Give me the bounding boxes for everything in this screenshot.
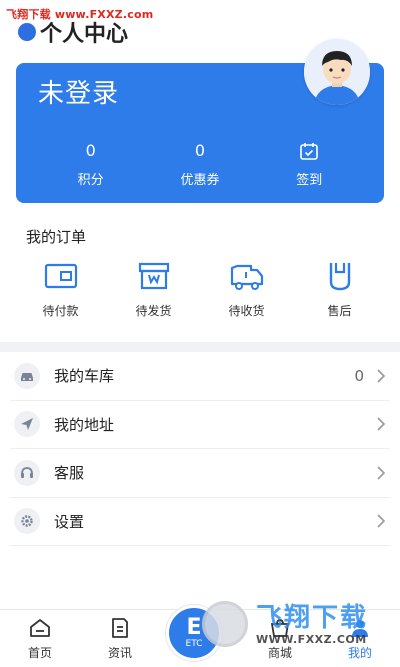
menu-item-count: 0 bbox=[354, 366, 364, 385]
menu-item-label: 设置 bbox=[54, 512, 85, 531]
stat-coupons-label: 优惠券 bbox=[180, 173, 220, 188]
orders-title: 我的订单 bbox=[26, 228, 87, 246]
order-label: 待发货 bbox=[135, 304, 172, 318]
section-divider bbox=[0, 342, 400, 352]
location-arrow-icon bbox=[14, 411, 40, 438]
menu-item-address[interactable]: 我的地址 bbox=[10, 401, 390, 449]
menu-item-label: 客服 bbox=[54, 464, 85, 483]
menu-item-garage[interactable]: 我的车库 0 bbox=[10, 352, 390, 401]
etc-letter: E bbox=[186, 615, 202, 640]
gear-icon bbox=[14, 508, 40, 535]
tab-news[interactable]: 资讯 bbox=[80, 610, 160, 667]
package-icon bbox=[138, 262, 169, 290]
order-label: 待付款 bbox=[42, 304, 79, 318]
headset-icon bbox=[14, 459, 40, 486]
menu-list: 我的车库 0 我的地址 客服 设置 bbox=[10, 352, 390, 546]
logo-icon bbox=[18, 23, 36, 41]
chevron-right-icon bbox=[377, 466, 386, 480]
menu-item-label: 我的地址 bbox=[54, 415, 115, 434]
menu-item-customer-service[interactable]: 客服 bbox=[10, 449, 390, 498]
watermark-bottom: 飞翔下载 WWW.FXXZ.COM bbox=[202, 595, 392, 653]
login-status[interactable]: 未登录 bbox=[38, 73, 119, 110]
stat-points-value: 0 bbox=[85, 141, 96, 160]
chevron-right-icon bbox=[377, 514, 386, 528]
calendar-check-icon bbox=[300, 143, 319, 160]
stat-coupons-value: 0 bbox=[194, 141, 206, 160]
watermark-small: WWW.FXXZ.COM bbox=[256, 632, 367, 646]
wallet-icon bbox=[44, 263, 77, 289]
stat-checkin-label: 签到 bbox=[296, 173, 323, 188]
stat-coupons[interactable]: 0 优惠券 bbox=[160, 141, 240, 188]
return-icon bbox=[329, 263, 350, 291]
menu-item-label: 我的车库 bbox=[54, 367, 115, 386]
stat-checkin[interactable]: 签到 bbox=[269, 141, 349, 188]
profile-card: 未登录 0 积分 0 优惠券 签到 bbox=[16, 39, 384, 203]
order-label: 售后 bbox=[327, 304, 352, 318]
home-icon bbox=[30, 619, 50, 637]
avatar[interactable] bbox=[304, 39, 370, 105]
menu-item-settings[interactable]: 设置 bbox=[10, 498, 390, 546]
watermark-logo-icon bbox=[202, 601, 248, 647]
chevron-right-icon bbox=[377, 417, 386, 431]
order-pending-receipt[interactable]: 待收货 bbox=[207, 260, 287, 319]
tab-home[interactable]: 首页 bbox=[0, 610, 80, 667]
chevron-right-icon bbox=[377, 369, 386, 383]
watermark-top: 飞翔下载 www.FXXZ.com bbox=[6, 8, 154, 21]
car-icon bbox=[14, 362, 40, 389]
truck-icon bbox=[230, 264, 263, 290]
order-label: 待收货 bbox=[228, 304, 265, 318]
tab-label: 资讯 bbox=[107, 646, 132, 660]
etc-label: ETC bbox=[185, 639, 203, 649]
order-after-sales[interactable]: 售后 bbox=[300, 260, 380, 319]
news-icon bbox=[112, 618, 128, 638]
orders-row: 待付款 待发货 待收货 售后 bbox=[14, 260, 386, 319]
stat-points-label: 积分 bbox=[77, 173, 104, 188]
tab-label: 首页 bbox=[27, 646, 52, 660]
watermark-big: 飞翔下载 bbox=[256, 602, 369, 633]
order-pending-shipment[interactable]: 待发货 bbox=[114, 260, 194, 319]
order-pending-payment[interactable]: 待付款 bbox=[21, 260, 101, 319]
stat-points[interactable]: 0 积分 bbox=[51, 141, 131, 188]
